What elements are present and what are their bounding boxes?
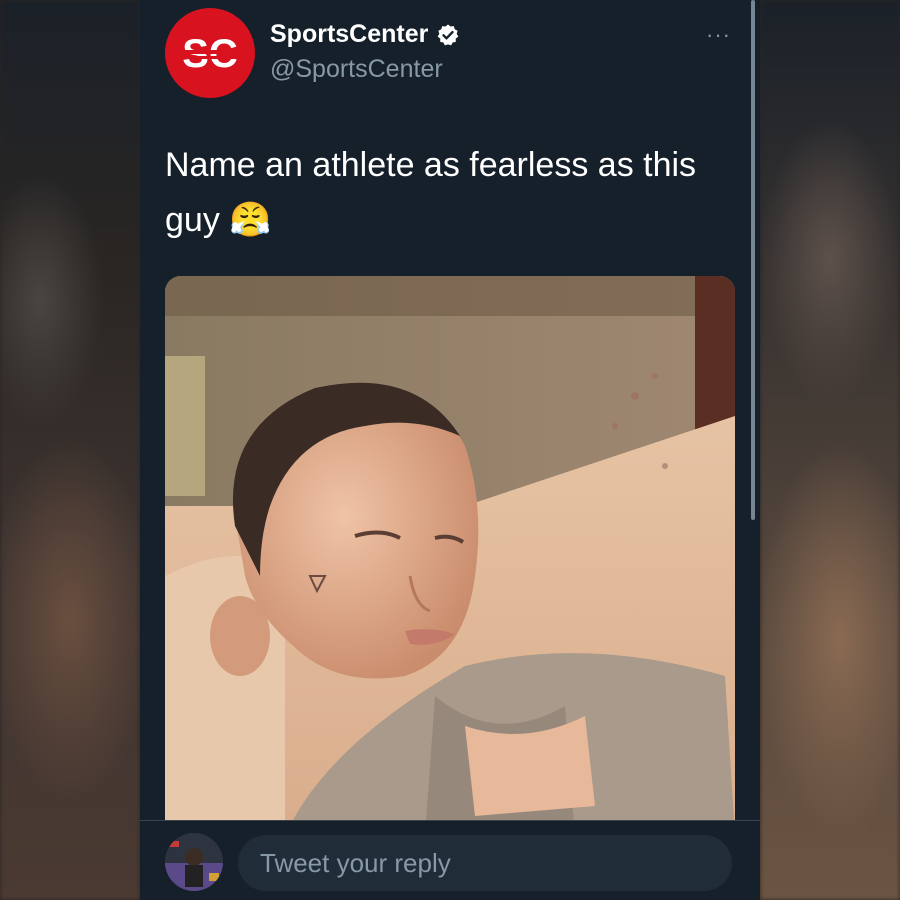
display-name[interactable]: SportsCenter bbox=[270, 20, 428, 49]
sportscenter-avatar[interactable]: SC bbox=[165, 8, 255, 98]
author-handle[interactable]: @SportsCenter bbox=[270, 55, 443, 84]
scrollbar[interactable] bbox=[751, 0, 755, 520]
author-name-row[interactable]: SportsCenter bbox=[270, 20, 460, 49]
blurred-backdrop-left bbox=[0, 0, 140, 900]
user-avatar-image-icon bbox=[165, 833, 223, 891]
reply-placeholder: Tweet your reply bbox=[260, 847, 451, 878]
tweet-text: Name an athlete as fearless as this guy … bbox=[165, 146, 697, 239]
tweet-photo[interactable] bbox=[165, 276, 735, 836]
verified-badge-icon bbox=[438, 24, 459, 45]
blurred-backdrop-right bbox=[760, 0, 900, 900]
more-options-icon[interactable]: ··· bbox=[706, 22, 731, 48]
reply-bar: Tweet your reply bbox=[140, 820, 760, 900]
photo-of-boy bbox=[165, 276, 735, 836]
reply-input[interactable]: Tweet your reply bbox=[238, 835, 732, 891]
sportscenter-logo-icon: SC bbox=[177, 32, 243, 76]
user-avatar[interactable] bbox=[165, 833, 223, 891]
tweet-screen: SC SportsCenter @SportsCenter ··· Name a… bbox=[140, 0, 760, 900]
